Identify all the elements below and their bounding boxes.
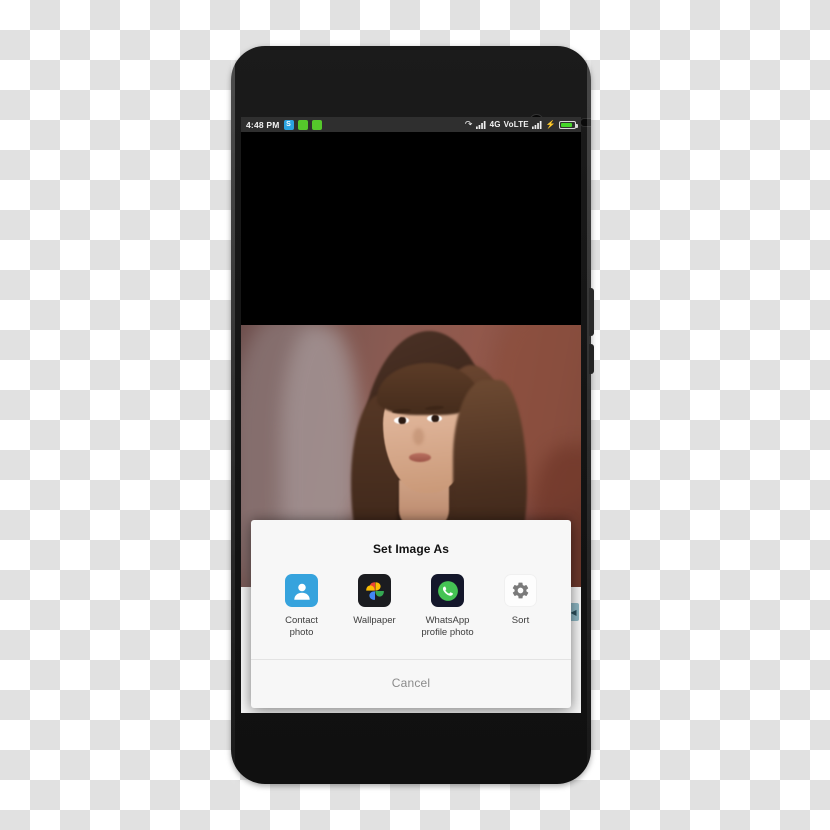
battery-icon (559, 120, 578, 129)
action-sort[interactable]: Sort (487, 574, 555, 627)
power-button[interactable] (589, 288, 594, 336)
skype-icon: S (283, 119, 294, 130)
vibrate-icon: ↷ (464, 119, 473, 129)
action-contact-photo[interactable]: Contact photo (268, 574, 336, 639)
photo-letterbox-top (241, 132, 581, 325)
status-bar-clock: 4:48 PM (246, 119, 280, 130)
action-label-wallpaper: Wallpaper (353, 615, 396, 626)
contact-person-icon (285, 574, 318, 607)
signal-bars-icon (531, 121, 542, 129)
status-bar: 4:48 PM S ↷ 4G VoLTE ⚡ (241, 117, 581, 132)
charging-bolt-icon: ⚡ (545, 120, 556, 129)
status-bar-left: 4:48 PM S (246, 119, 322, 130)
whatsapp-icon (431, 574, 464, 607)
network-type-label: 4G (489, 120, 501, 129)
action-label-contact-photo: Contact photo (285, 615, 318, 638)
phone-screen: 4:48 PM S ↷ 4G VoLTE ⚡ ◀ Set Image As Co… (241, 117, 581, 713)
dialog-action-row: Contact photo Wallpaper WhatsApp profile… (251, 574, 571, 659)
cancel-button[interactable]: Cancel (251, 660, 571, 708)
status-bar-right: ↷ 4G VoLTE ⚡ (464, 119, 578, 130)
set-image-as-dialog: Set Image As Contact photo Wallpaper Wha… (251, 520, 571, 708)
volte-label: VoLTE (503, 120, 529, 129)
earpiece-speaker (580, 118, 591, 127)
google-photos-icon (358, 574, 391, 607)
action-whatsapp-profile-photo[interactable]: WhatsApp profile photo (414, 574, 482, 639)
volume-button[interactable] (589, 344, 594, 374)
whatsapp-badge-icon (311, 119, 322, 130)
action-label-sort: Sort (511, 615, 530, 626)
gear-icon (504, 574, 537, 607)
dialog-title: Set Image As (372, 542, 450, 556)
action-wallpaper[interactable]: Wallpaper (341, 574, 409, 627)
action-label-whatsapp-profile-photo: WhatsApp profile photo (421, 615, 474, 638)
battery-saver-icon (297, 119, 308, 130)
signal-bars-icon (475, 121, 486, 129)
image-viewer[interactable]: F A ◀ Set Image As Contactphoto (241, 132, 581, 713)
